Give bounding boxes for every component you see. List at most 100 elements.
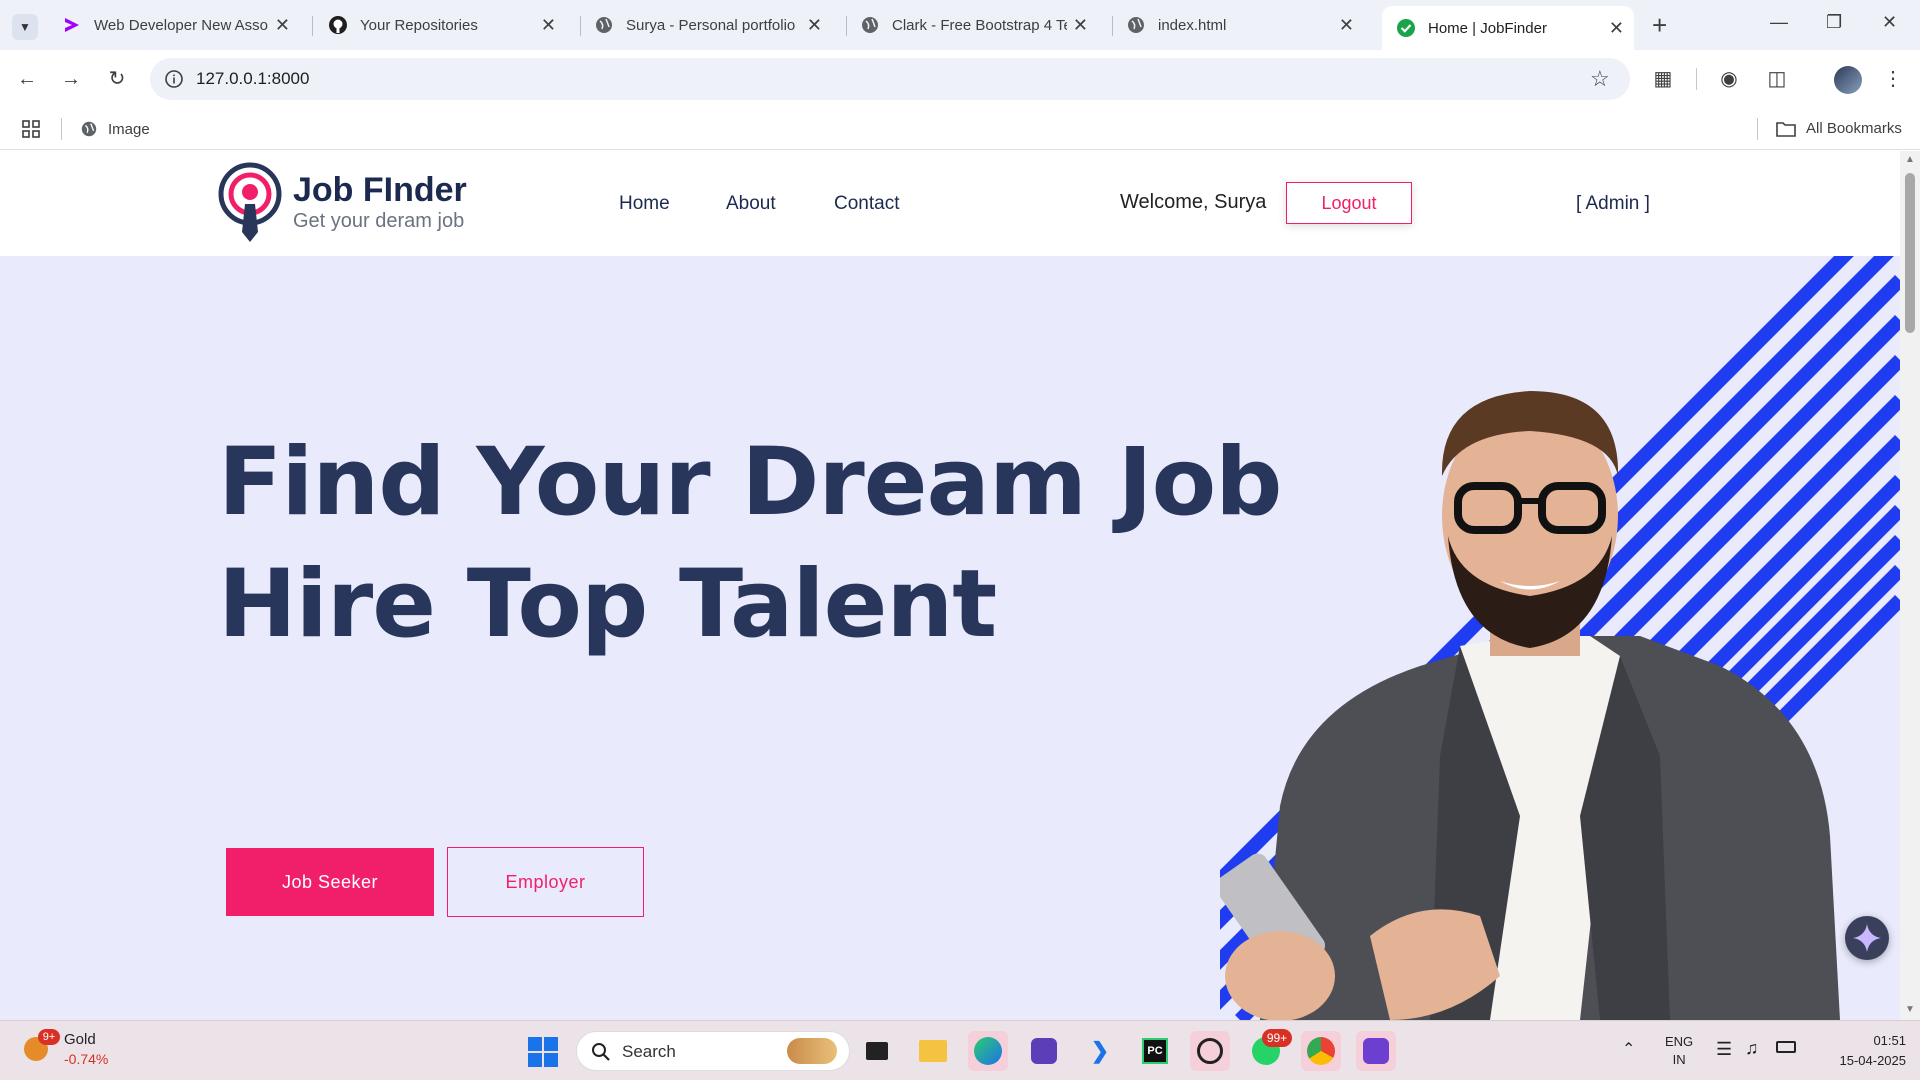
hero-section: Find Your Dream Job Hire Top Talent Job … (0, 256, 1900, 1020)
tab-jobfinder[interactable]: Home | JobFinder ✕ (1382, 6, 1634, 50)
close-icon[interactable]: ✕ (1609, 18, 1624, 39)
bookmark-image[interactable]: Image (80, 120, 150, 138)
logout-button[interactable]: Logout (1286, 182, 1412, 224)
check-circle-icon (1397, 19, 1415, 37)
hero-person-image (1220, 391, 1840, 1020)
folder-icon (1776, 121, 1796, 137)
assistant-fab[interactable] (1845, 916, 1889, 960)
sparkle-icon (1853, 924, 1881, 952)
lang-primary: ENG (1665, 1034, 1694, 1049)
clock[interactable]: 01:51 15-04-2025 (1812, 1031, 1907, 1071)
windows-taskbar: 9+ Gold -0.74% Search ❯ PC 99+ ⌃ ENG IN … (0, 1020, 1920, 1080)
clock-time: 01:51 (1873, 1033, 1906, 1048)
accenture-icon (65, 18, 79, 32)
web-page: Job FInder Get your deram job Home About… (0, 151, 1900, 1020)
bookmarks-bar: Image All Bookmarks (0, 108, 1920, 150)
restore-icon[interactable]: ❐ (1826, 12, 1842, 33)
incognito-icon[interactable]: ◉ (1716, 66, 1742, 92)
close-icon[interactable]: ✕ (1073, 15, 1088, 36)
battery-icon[interactable] (1776, 1041, 1796, 1053)
close-icon[interactable]: ✕ (541, 15, 556, 36)
side-panel-icon[interactable]: ◫ (1764, 66, 1790, 92)
window-close-icon[interactable]: ✕ (1882, 12, 1897, 33)
language-indicator[interactable]: ENG IN (1665, 1033, 1693, 1069)
windows-start-icon[interactable] (528, 1037, 558, 1067)
hero-headline-2: Hire Top Talent (218, 550, 997, 659)
forward-icon[interactable]: → (58, 66, 84, 92)
back-icon[interactable]: ← (14, 66, 40, 92)
proton-icon[interactable] (1024, 1031, 1064, 1071)
tab-repositories[interactable]: Your Repositories ✕ (314, 8, 566, 42)
wifi-icon[interactable]: ☰ (1716, 1039, 1732, 1060)
whatsapp-badge: 99+ (1262, 1029, 1292, 1047)
close-icon[interactable]: ✕ (275, 15, 290, 36)
logo-title[interactable]: Job FInder (293, 171, 467, 210)
tab-label: Web Developer New Asso (94, 16, 268, 34)
chatgpt-icon[interactable] (1190, 1031, 1230, 1071)
lang-secondary: IN (1672, 1052, 1686, 1067)
reload-icon[interactable]: ↻ (104, 66, 130, 92)
taskbar-search[interactable]: Search (576, 1031, 850, 1071)
widget-change: -0.74% (64, 1051, 109, 1067)
employer-button[interactable]: Employer (447, 847, 644, 917)
globe-icon (596, 17, 612, 33)
site-header: Job FInder Get your deram job Home About… (0, 151, 1900, 256)
new-tab-icon[interactable]: + (1652, 10, 1667, 41)
site-info-icon[interactable] (164, 69, 184, 89)
welcome-text: Welcome, Surya (1120, 191, 1267, 213)
scroll-up-icon[interactable]: ▲ (1905, 154, 1915, 165)
globe-icon (1128, 17, 1144, 33)
paint-palette-icon (787, 1038, 837, 1064)
url-text: 127.0.0.1:8000 (196, 69, 310, 88)
show-hidden-icons[interactable]: ⌃ (1622, 1039, 1635, 1059)
apps-grid-icon[interactable] (22, 120, 40, 138)
file-explorer-icon[interactable] (913, 1031, 953, 1071)
pycharm-icon[interactable]: PC (1135, 1031, 1175, 1071)
admin-link[interactable]: [ Admin ] (1576, 193, 1650, 215)
vscode-icon[interactable]: ❯ (1080, 1031, 1120, 1071)
widget-badge: 9+ (38, 1029, 60, 1045)
browser-tab-bar: ▼ Web Developer New Asso ✕ Your Reposito… (0, 0, 1920, 50)
scroll-down-icon[interactable]: ▼ (1905, 1004, 1915, 1015)
logo-icon[interactable] (218, 162, 282, 244)
github-icon (329, 16, 347, 34)
hero-headline-1: Find Your Dream Job (218, 428, 1282, 537)
nav-about[interactable]: About (726, 193, 776, 215)
chrome-icon[interactable] (1301, 1031, 1341, 1071)
job-seeker-button[interactable]: Job Seeker (226, 848, 434, 916)
tab-label: index.html (1158, 16, 1227, 34)
scrollbar-thumb[interactable] (1905, 173, 1915, 333)
edge-icon[interactable] (968, 1031, 1008, 1071)
menu-dots-icon[interactable]: ⋮ (1880, 66, 1906, 92)
tab-portfolio[interactable]: Surya - Personal portfolio ✕ (580, 8, 832, 42)
nav-home[interactable]: Home (619, 193, 670, 215)
tab-clark[interactable]: Clark - Free Bootstrap 4 Te ✕ (846, 8, 1098, 42)
globe-icon (81, 121, 97, 137)
tab-label: Your Repositories (360, 16, 478, 34)
clock-date: 15-04-2025 (1839, 1053, 1907, 1068)
volume-icon[interactable]: ♫ (1745, 1038, 1759, 1059)
widget-title: Gold (64, 1031, 96, 1048)
tab-web-developer[interactable]: Web Developer New Asso ✕ (48, 8, 300, 42)
weather-widget[interactable]: 9+ Gold -0.74% (20, 1029, 140, 1073)
minimize-icon[interactable]: — (1770, 12, 1788, 33)
tab-label: Clark - Free Bootstrap 4 Te (892, 16, 1067, 34)
extensions-icon[interactable]: ▦ (1650, 66, 1676, 92)
browser-toolbar: ← → ↻ 127.0.0.1:8000 ☆ ▦ ◉ ◫ ⋮ (0, 50, 1920, 108)
search-label: Search (622, 1042, 676, 1061)
tab-index[interactable]: index.html ✕ (1112, 8, 1364, 42)
close-icon[interactable]: ✕ (807, 15, 822, 36)
close-icon[interactable]: ✕ (1339, 15, 1354, 36)
task-view-icon[interactable] (857, 1031, 897, 1071)
all-bookmarks[interactable]: All Bookmarks (1776, 120, 1902, 137)
bookmark-star-icon[interactable]: ☆ (1590, 66, 1610, 92)
tab-label: Surya - Personal portfolio (626, 16, 796, 34)
launcher-icon[interactable] (1356, 1031, 1396, 1071)
avatar[interactable] (1834, 66, 1862, 94)
bookmark-label: Image (108, 120, 150, 138)
tab-search-icon[interactable]: ▼ (12, 14, 38, 40)
nav-contact[interactable]: Contact (834, 193, 899, 215)
all-bookmarks-label: All Bookmarks (1806, 120, 1902, 137)
page-scrollbar[interactable]: ▲ ▼ (1900, 151, 1920, 1020)
address-bar[interactable]: 127.0.0.1:8000 ☆ (150, 58, 1630, 100)
